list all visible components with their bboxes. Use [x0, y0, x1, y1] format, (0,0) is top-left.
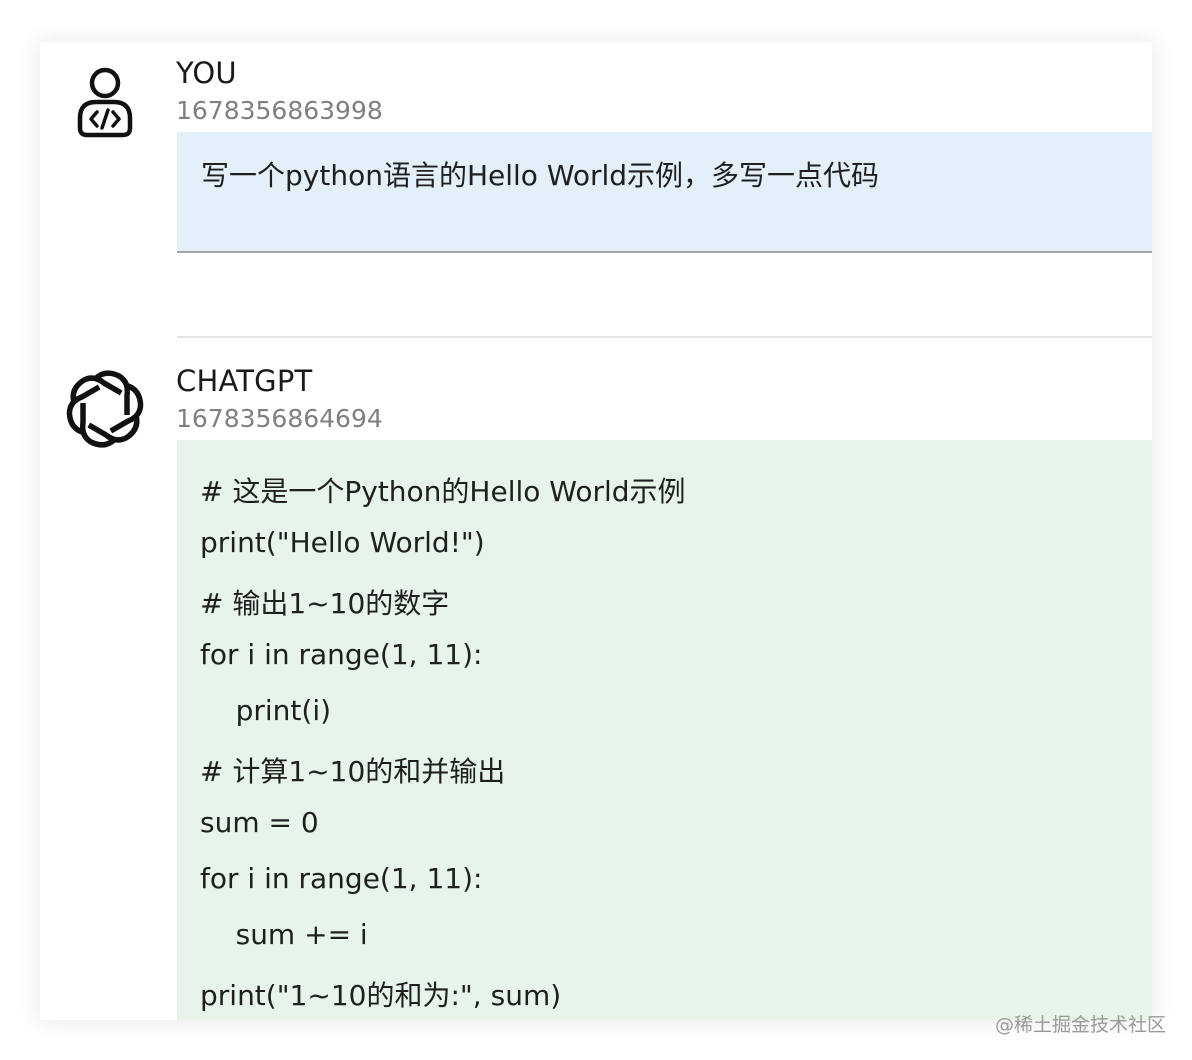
code-line: sum = 0	[200, 806, 319, 839]
code-line: for i in range(1, 11):	[200, 638, 483, 671]
code-line: print("1~10的和为:", sum)	[200, 979, 562, 1012]
code-line: sum += i	[200, 918, 368, 951]
message-timestamp: 1678356864694	[176, 404, 383, 433]
message-chatgpt: CHATGPT 1678356864694 # 这是一个Python的Hello…	[40, 42, 1152, 1020]
author-name: CHATGPT	[176, 364, 313, 398]
code-line: print(i)	[200, 694, 332, 727]
code-line: # 计算1~10的和并输出	[200, 755, 506, 788]
code-line: # 输出1~10的数字	[200, 587, 450, 620]
code-line: for i in range(1, 11):	[200, 862, 483, 895]
code-line: print("Hello World!")	[200, 526, 485, 559]
watermark: @稀土掘金技术社区	[994, 1014, 1166, 1036]
chatgpt-response-bubble: # 这是一个Python的Hello World示例 print("Hello …	[177, 440, 1152, 1020]
code-line: # 这是一个Python的Hello World示例	[200, 475, 686, 508]
chat-panel: YOU 1678356863998 写一个python语言的Hello Worl…	[40, 42, 1152, 1020]
openai-logo-icon	[66, 370, 144, 448]
